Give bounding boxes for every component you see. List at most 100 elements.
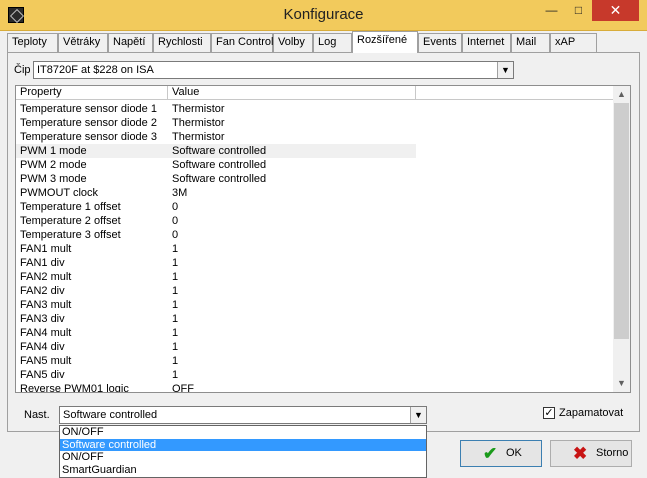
storno-button-label: Storno (596, 447, 629, 459)
table-row[interactable]: PWMOUT clock 3M (16, 186, 614, 200)
chevron-down-icon[interactable]: ▼ (497, 62, 513, 78)
tab-3[interactable]: Napětí (108, 33, 153, 52)
app-icon[interactable] (8, 7, 24, 23)
value-cell[interactable]: Software controlled (168, 172, 416, 186)
nast-select[interactable]: Software controlled ▼ (59, 406, 427, 424)
property-cell: FAN2 div (20, 285, 65, 297)
property-cell: FAN4 div (20, 341, 65, 353)
table-row[interactable]: Temperature 3 offset 0 (16, 228, 614, 242)
minimize-button[interactable]: — (538, 0, 565, 21)
table-row[interactable]: PWM 2 mode Software controlled (16, 158, 614, 172)
property-cell: FAN5 mult (20, 355, 72, 367)
column-header-empty (416, 86, 614, 100)
grid-body: Temperature sensor diode 1 Thermistor Temp… (16, 102, 614, 393)
dropdown-option[interactable]: ON/OFF (60, 451, 426, 464)
value-cell[interactable]: Software controlled (168, 144, 416, 158)
property-cell: Temperature sensor diode 1 (20, 103, 157, 115)
property-cell: Temperature 2 offset (20, 215, 121, 227)
table-row[interactable]: FAN4 div 1 (16, 340, 614, 354)
value-cell[interactable]: OFF (168, 382, 416, 392)
value-cell[interactable]: 0 (168, 228, 416, 242)
remember-checkbox[interactable]: ✓ (543, 407, 555, 419)
table-row[interactable]: Temperature sensor diode 3 Thermistor (16, 130, 614, 144)
title-bar[interactable]: Konfigurace — □ ✕ (0, 0, 647, 31)
property-cell: Reverse PWM01 logic (20, 383, 129, 393)
scroll-up-icon[interactable]: ▲ (613, 86, 630, 103)
value-cell[interactable]: 1 (168, 256, 416, 270)
table-row[interactable]: Reverse PWM01 logic OFF (16, 382, 614, 393)
maximize-button[interactable]: □ (565, 0, 592, 21)
value-cell[interactable]: Thermistor (168, 102, 416, 116)
remember-label[interactable]: Zapamatovat (559, 407, 623, 419)
tab-10[interactable]: Internet (462, 33, 511, 52)
tab-2[interactable]: Větráky (58, 33, 108, 52)
chip-select[interactable]: IT8720F at $228 on ISA ▼ (33, 61, 514, 79)
value-cell[interactable]: 1 (168, 270, 416, 284)
value-cell[interactable]: 1 (168, 298, 416, 312)
tab-1[interactable]: Teploty (7, 33, 58, 52)
column-header-property[interactable]: Property (16, 86, 168, 100)
table-row[interactable]: FAN1 mult 1 (16, 242, 614, 256)
scroll-down-icon[interactable]: ▼ (613, 375, 630, 392)
table-row[interactable]: FAN3 mult 1 (16, 298, 614, 312)
property-cell: PWM 2 mode (20, 159, 87, 171)
table-row[interactable]: PWM 3 mode Software controlled (16, 172, 614, 186)
tab-11[interactable]: Mail (511, 33, 550, 52)
ok-button[interactable]: ✔ OK (460, 440, 542, 467)
property-cell: Temperature 1 offset (20, 201, 121, 213)
tab-8[interactable]: Rozšířené (352, 31, 418, 53)
chevron-down-icon[interactable]: ▼ (410, 407, 426, 423)
column-header-value[interactable]: Value (168, 86, 416, 100)
table-row[interactable]: Temperature sensor diode 1 Thermistor (16, 102, 614, 116)
tab-4[interactable]: Rychlosti (153, 33, 211, 52)
chip-select-value: IT8720F at $228 on ISA (37, 64, 154, 76)
table-row[interactable]: PWM 1 mode Software controlled (16, 144, 614, 158)
tab-5[interactable]: Fan Control (211, 33, 273, 52)
value-cell[interactable]: Thermistor (168, 116, 416, 130)
value-cell[interactable]: 1 (168, 284, 416, 298)
cancel-x-icon: ✖ (573, 444, 588, 463)
storno-button[interactable]: ✖ Storno (550, 440, 632, 467)
property-cell: FAN1 div (20, 257, 65, 269)
tab-12[interactable]: xAP (550, 33, 597, 52)
table-row[interactable]: FAN4 mult 1 (16, 326, 614, 340)
tab-7[interactable]: Log (313, 33, 352, 52)
property-cell: Temperature sensor diode 2 (20, 117, 157, 129)
close-button[interactable]: ✕ (592, 0, 639, 21)
value-cell[interactable]: 1 (168, 242, 416, 256)
dropdown-option[interactable]: SmartGuardian (60, 464, 426, 477)
tab-9[interactable]: Events (418, 33, 462, 52)
table-row[interactable]: Temperature sensor diode 2 Thermistor (16, 116, 614, 130)
value-cell[interactable]: 1 (168, 326, 416, 340)
value-cell[interactable]: Software controlled (168, 158, 416, 172)
dropdown-option[interactable]: Software controlled (60, 438, 426, 451)
tab-6[interactable]: Volby (273, 33, 313, 52)
table-row[interactable]: FAN2 mult 1 (16, 270, 614, 284)
value-cell[interactable]: 1 (168, 312, 416, 326)
property-cell: FAN1 mult (20, 243, 72, 255)
value-cell[interactable]: 0 (168, 200, 416, 214)
property-cell: Temperature sensor diode 3 (20, 131, 157, 143)
ok-button-label: OK (506, 447, 522, 459)
table-row[interactable]: FAN5 div 1 (16, 368, 614, 382)
value-cell[interactable]: 3M (168, 186, 416, 200)
value-cell[interactable]: 1 (168, 354, 416, 368)
property-cell: FAN3 div (20, 313, 65, 325)
table-row[interactable]: Temperature 2 offset 0 (16, 214, 614, 228)
checkmark-icon: ✔ (483, 444, 498, 463)
grid-scrollbar[interactable]: ▲ ▼ (613, 86, 630, 392)
table-row[interactable]: Temperature 1 offset 0 (16, 200, 614, 214)
scroll-thumb[interactable] (614, 103, 629, 339)
property-cell: PWM 1 mode (16, 144, 168, 158)
nast-select-value: Software controlled (63, 409, 158, 421)
property-cell: FAN5 div (20, 369, 65, 381)
value-cell[interactable]: Thermistor (168, 130, 416, 144)
value-cell[interactable]: 0 (168, 214, 416, 228)
dropdown-option[interactable]: ON/OFF (60, 426, 426, 439)
table-row[interactable]: FAN1 div 1 (16, 256, 614, 270)
table-row[interactable]: FAN2 div 1 (16, 284, 614, 298)
table-row[interactable]: FAN3 div 1 (16, 312, 614, 326)
table-row[interactable]: FAN5 mult 1 (16, 354, 614, 368)
value-cell[interactable]: 1 (168, 368, 416, 382)
value-cell[interactable]: 1 (168, 340, 416, 354)
